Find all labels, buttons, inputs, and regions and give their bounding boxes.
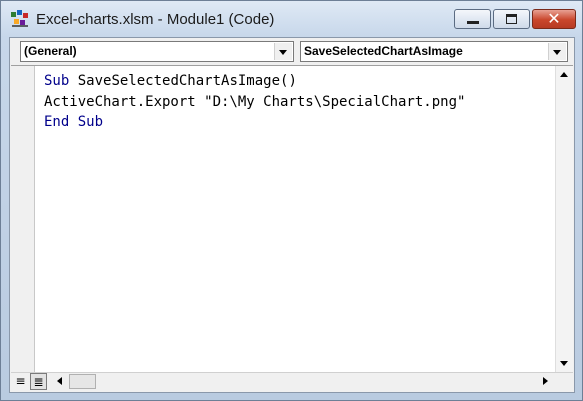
code-line-1-rest: SaveSelectedChartAsImage() [69,73,297,89]
keyword: End Sub [44,114,104,130]
procedure-dropdown-value: SaveSelectedChartAsImage [304,44,463,58]
code-line-3: End Sub [44,112,465,133]
margin-indicator-bar[interactable] [11,66,35,391]
code-text[interactable]: Sub SaveSelectedChartAsImage() ActiveChar… [44,71,465,133]
minimize-icon [467,21,479,24]
object-dropdown[interactable]: (General) [20,41,294,62]
horizontal-scroll-thumb[interactable] [69,374,96,389]
scroll-left-icon[interactable] [51,373,68,390]
scroll-right-icon[interactable] [537,373,554,390]
maximize-button[interactable] [493,9,530,29]
code-line-1: Sub SaveSelectedChartAsImage() [44,71,465,92]
full-module-view-button[interactable]: ≣ [30,373,47,390]
title-bar[interactable]: Excel-charts.xlsm - Module1 (Code) ✕ [1,1,582,37]
scroll-down-icon[interactable] [556,355,573,372]
code-line-2: ActiveChart.Export "D:\My Charts\Special… [44,93,466,110]
minimize-button[interactable] [454,9,491,29]
size-grip[interactable] [555,373,572,390]
code-editor[interactable]: Sub SaveSelectedChartAsImage() ActiveChar… [11,65,573,391]
window-title: Excel-charts.xlsm - Module1 (Code) [36,11,275,28]
vba-editor-icon [11,10,28,27]
close-button[interactable]: ✕ [532,9,576,29]
code-window: Excel-charts.xlsm - Module1 (Code) ✕ (Ge… [0,0,583,401]
procedure-dropdown[interactable]: SaveSelectedChartAsImage [300,41,568,62]
close-icon: ✕ [547,9,561,28]
code-pane: (General) SaveSelectedChartAsImage Sub S… [9,37,575,393]
chevron-down-icon[interactable] [548,43,566,60]
scroll-up-icon[interactable] [556,66,573,83]
bottom-bar: ≡ ≣ [11,372,573,391]
procedure-view-button[interactable]: ≡ [12,373,29,390]
maximize-icon [506,14,517,24]
object-dropdown-value: (General) [24,44,77,58]
chevron-down-icon[interactable] [274,43,292,60]
vertical-scrollbar[interactable] [555,66,573,372]
keyword: Sub [44,73,70,89]
